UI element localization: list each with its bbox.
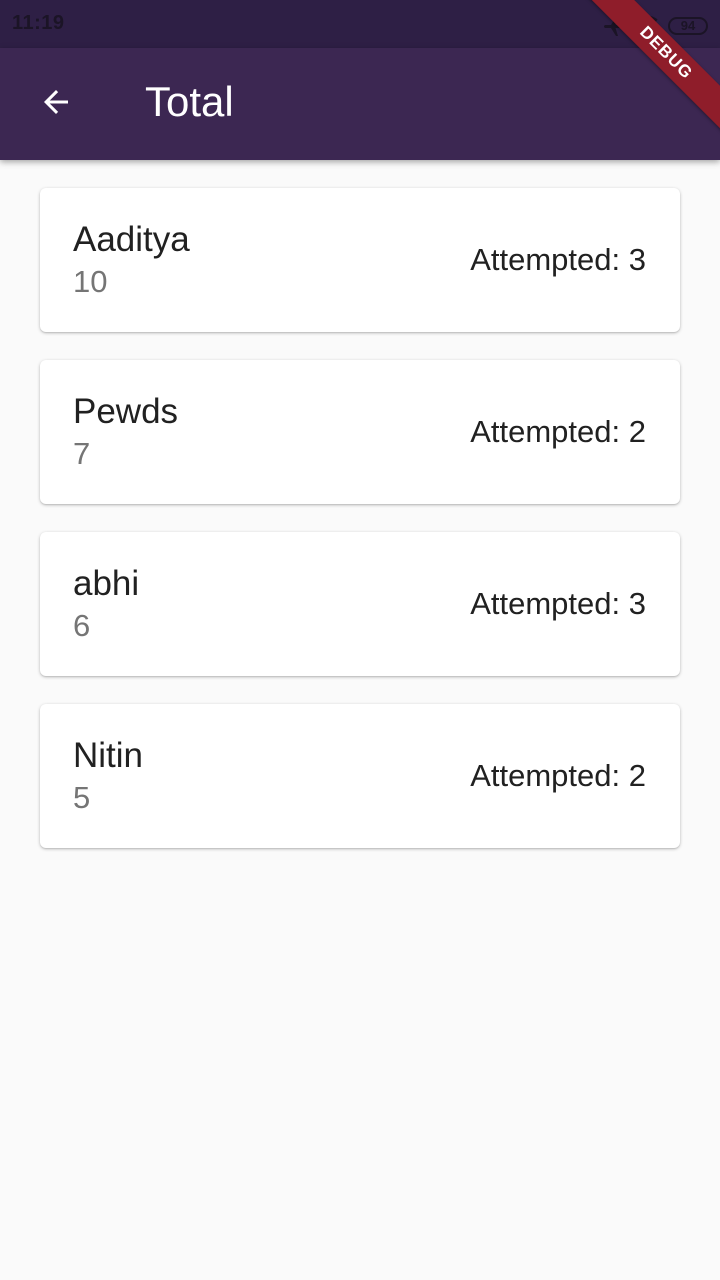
status-time: 11:19 [12,12,65,34]
status-bar: 11:19 94 [0,0,720,48]
list-item[interactable]: Pewds 7 Attempted: 2 [40,360,680,504]
entry-attempted: Attempted: 2 [470,414,646,449]
status-icons: 94 [602,12,708,39]
list-item[interactable]: Nitin 5 Attempted: 2 [40,704,680,848]
score-list: Aaditya 10 Attempted: 3 Pewds 7 Attempte… [40,188,680,876]
wifi-icon [636,12,658,39]
battery-icon: 94 [668,16,708,35]
entry-attempted: Attempted: 2 [470,758,646,793]
list-item[interactable]: abhi 6 Attempted: 3 [40,532,680,676]
list-item[interactable]: Aaditya 10 Attempted: 3 [40,188,680,332]
entry-name: abhi [73,564,140,603]
entry-score: 6 [73,608,91,643]
entry-score: 7 [73,436,91,471]
airplane-icon [602,14,626,38]
entry-attempted: Attempted: 3 [470,242,646,277]
entry-name: Aaditya [73,220,190,259]
back-button[interactable] [28,76,84,132]
page-title: Total [145,78,234,125]
entry-name: Nitin [73,736,144,775]
arrow-back-icon [38,84,74,125]
entry-attempted: Attempted: 3 [470,586,646,621]
app-bar: Total [0,48,720,160]
entry-score: 10 [73,264,108,299]
entry-score: 5 [73,780,91,815]
entry-name: Pewds [73,392,179,431]
